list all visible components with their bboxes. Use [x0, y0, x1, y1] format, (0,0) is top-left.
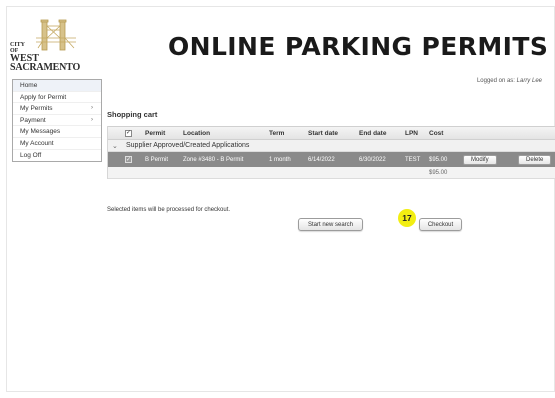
menu-item-label: My Messages — [20, 128, 61, 136]
column-header-location[interactable]: Location — [183, 127, 210, 139]
collapse-group-icon[interactable]: ⌄ — [112, 140, 118, 151]
menu-item-label: My Account — [20, 139, 54, 147]
cell-lpn: TEST — [405, 156, 421, 163]
logged-on-status: Logged on as: Larry Lee — [477, 78, 542, 84]
menu-item-label: My Permits — [20, 105, 53, 113]
column-header-cost[interactable]: Cost — [429, 127, 443, 139]
group-label: Supplier Approved/Created Applications — [126, 142, 250, 149]
delete-button[interactable]: Delete — [518, 154, 552, 165]
chevron-right-icon: › — [91, 116, 93, 123]
menu-item-label: Log Off — [20, 151, 42, 159]
modify-cell: Modify — [463, 152, 497, 167]
menu-item-my-account[interactable]: My Account — [13, 138, 101, 150]
column-header-end-date[interactable]: End date — [359, 127, 386, 139]
cell-start-date: 6/14/2022 — [308, 156, 335, 163]
column-header-term[interactable]: Term — [269, 127, 284, 139]
column-header-start-date[interactable]: Start date — [308, 127, 338, 139]
table-row[interactable]: ✓ B Permit Zone #3480 - B Permit 1 month… — [108, 152, 555, 167]
menu-item-label: Apply for Permit — [20, 93, 67, 101]
shopping-cart-table: ✓ Permit Location Term Start date End da… — [107, 126, 555, 179]
cart-total: $95.00 — [429, 169, 448, 176]
column-header-lpn[interactable]: LPN — [405, 127, 418, 139]
menu-item-payment[interactable]: Payment › — [13, 115, 101, 127]
cell-term: 1 month — [269, 156, 291, 163]
cell-cost: $95.00 — [429, 156, 448, 163]
side-menu: Home Apply for Permit My Permits › Payme… — [12, 79, 102, 163]
cell-location: Zone #3480 - B Permit — [183, 156, 244, 163]
group-row[interactable]: ⌄ Supplier Approved/Created Applications — [108, 140, 555, 152]
total-row: $95.00 — [108, 167, 555, 179]
row-select-cell: ✓ — [125, 152, 132, 167]
cell-end-date: 6/30/2022 — [359, 156, 386, 163]
menu-item-my-permits[interactable]: My Permits › — [13, 103, 101, 115]
delete-cell: Delete — [518, 152, 552, 167]
page-title: ONLINE PARKING PERMITS — [168, 32, 549, 61]
row-select-checkbox[interactable]: ✓ — [125, 156, 132, 163]
tower-bridge-icon — [36, 19, 76, 51]
checkout-note: Selected items will be processed for che… — [107, 207, 231, 213]
menu-item-label: Payment — [20, 116, 46, 124]
chevron-right-icon: › — [91, 105, 93, 112]
menu-item-log-off[interactable]: Log Off — [13, 150, 101, 162]
modify-button[interactable]: Modify — [463, 154, 497, 165]
logo-sacramento-text: SACRAMENTO — [10, 62, 81, 73]
start-new-search-button[interactable]: Start new search — [298, 218, 363, 231]
menu-item-home[interactable]: Home — [13, 80, 101, 92]
select-all-cell: ✓ — [125, 127, 132, 139]
menu-item-my-messages[interactable]: My Messages — [13, 126, 101, 138]
logged-on-label: Logged on as: — [476, 78, 517, 84]
menu-item-apply-for-permit[interactable]: Apply for Permit — [13, 92, 101, 104]
logged-on-user: Larry Lee — [516, 78, 542, 84]
city-logo[interactable]: CITY OF WEST SACRAMENTO — [10, 18, 90, 76]
menu-item-label: Home — [20, 82, 38, 89]
shopping-cart-heading: Shopping cart — [107, 110, 158, 119]
select-all-checkbox[interactable]: ✓ — [125, 129, 132, 137]
cell-permit: B Permit — [145, 156, 169, 163]
column-header-permit[interactable]: Permit — [145, 127, 165, 139]
checkout-button[interactable]: Checkout — [419, 218, 462, 231]
step-number-badge: 17 — [398, 209, 416, 227]
table-header: ✓ Permit Location Term Start date End da… — [108, 126, 555, 140]
